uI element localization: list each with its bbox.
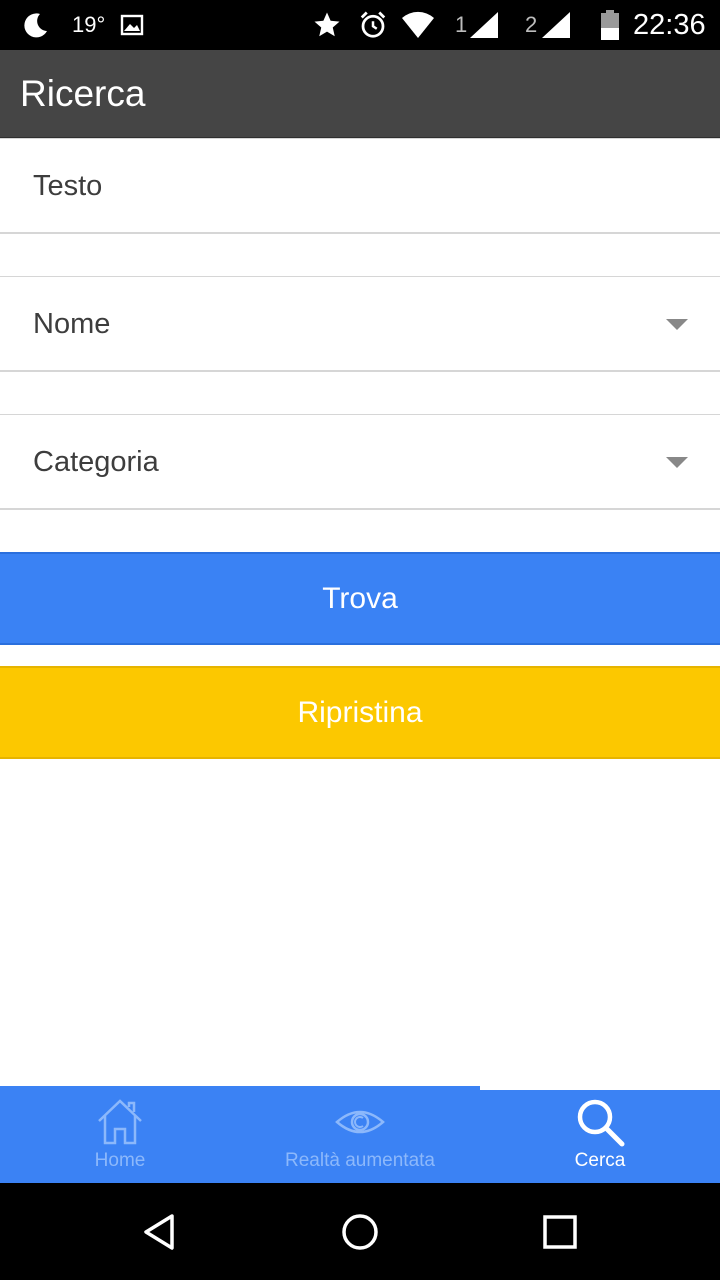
recents-icon[interactable] [500,1183,620,1280]
back-icon[interactable] [100,1183,220,1280]
text-field-label: Testo [33,170,103,202]
chevron-down-icon [666,457,688,468]
name-select[interactable]: Nome [0,276,720,372]
temperature-text: 19° [72,12,106,37]
signal-icon [468,0,500,50]
page-title: Ricerca [20,73,146,114]
text-search-field[interactable]: Testo [0,138,720,234]
tab-home-label: Home [94,1150,146,1171]
image-icon [120,0,144,50]
reset-button-label: Ripristina [297,695,423,729]
sim2-label: 2 [525,12,538,37]
name-select-label: Nome [33,308,111,340]
system-nav-bar [0,1183,720,1280]
field-spacer [0,236,720,278]
tab-search[interactable]: Cerca [480,1090,720,1183]
reset-button[interactable]: Ripristina [0,666,720,759]
battery-icon [600,0,620,50]
clock-text: 22:36 [633,8,706,41]
category-select[interactable]: Categoria [0,414,720,510]
moon-icon [22,0,50,50]
tab-search-label: Cerca [574,1150,626,1171]
app-bar: Ricerca [0,50,720,138]
eye-icon [335,1096,385,1148]
alarm-icon [358,0,388,50]
signal-icon [540,0,572,50]
screen: 19° 1 2 22:36 Ricerca Testo Nome Categor… [0,0,720,1280]
find-button-label: Trova [322,581,398,615]
tab-augmented-reality[interactable]: Realtà aumentata [240,1090,480,1183]
home-icon [95,1096,145,1148]
field-spacer [0,374,720,416]
tab-augmented-reality-label: Realtà aumentata [285,1150,435,1171]
status-bar: 19° 1 2 22:36 [0,0,720,50]
category-select-label: Categoria [33,446,159,478]
tab-home[interactable]: Home [0,1090,240,1183]
star-icon [312,0,342,50]
home-circle-icon[interactable] [300,1183,420,1280]
sim1-label: 1 [455,12,468,37]
search-icon [574,1096,626,1148]
chevron-down-icon [666,319,688,330]
find-button[interactable]: Trova [0,552,720,645]
wifi-icon [400,0,436,50]
